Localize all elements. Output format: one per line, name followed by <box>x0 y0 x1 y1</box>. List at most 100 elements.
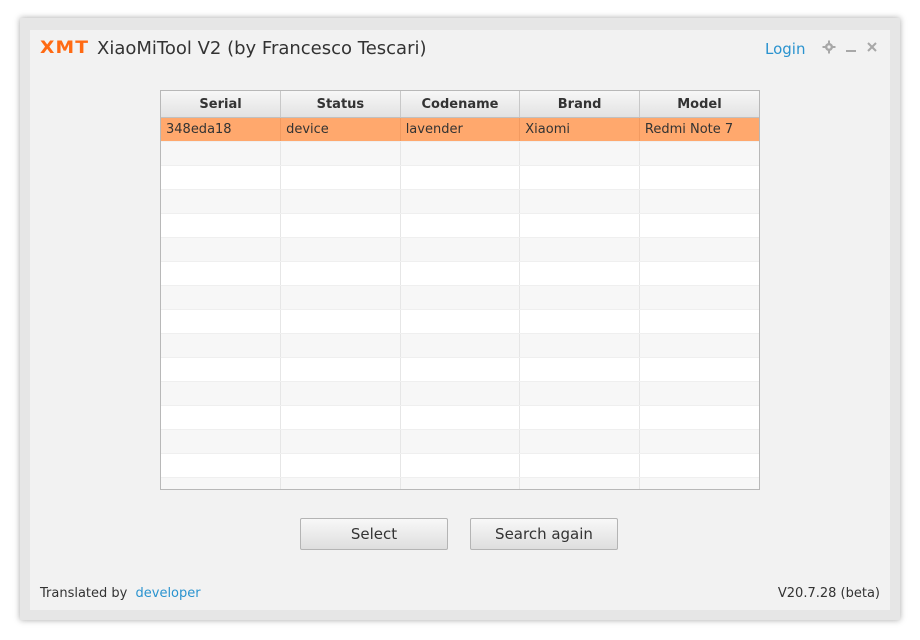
empty-cell <box>400 165 521 190</box>
empty-cell <box>280 477 401 489</box>
empty-cell <box>519 453 640 478</box>
empty-cell <box>280 429 401 454</box>
empty-cell <box>639 285 759 310</box>
empty-cell <box>161 429 282 454</box>
xmt-logo: XMT <box>40 38 90 58</box>
empty-cell <box>639 165 759 190</box>
empty-cell <box>161 477 282 489</box>
column-header-status[interactable]: Status <box>280 91 401 118</box>
empty-table-row <box>161 333 759 358</box>
empty-cell <box>280 237 401 262</box>
empty-cell <box>280 261 401 286</box>
empty-cell <box>400 189 521 214</box>
empty-cell <box>280 309 401 334</box>
empty-cell <box>639 453 759 478</box>
empty-cell <box>161 285 282 310</box>
empty-cell <box>400 285 521 310</box>
empty-cell <box>400 429 521 454</box>
translated-by-label: Translated by <box>40 586 128 601</box>
empty-table-row <box>161 381 759 406</box>
gear-icon[interactable] <box>822 40 836 58</box>
empty-table-row <box>161 357 759 382</box>
empty-cell <box>519 285 640 310</box>
empty-table-row <box>161 141 759 166</box>
empty-table-row <box>161 285 759 310</box>
translation-credit: Translated by developer <box>40 586 201 601</box>
empty-table-row <box>161 477 759 489</box>
empty-cell <box>519 261 640 286</box>
cell-model: Redmi Note 7 <box>639 117 759 142</box>
empty-table-row <box>161 213 759 238</box>
empty-cell <box>161 189 282 214</box>
minimize-icon[interactable] <box>845 38 857 58</box>
empty-cell <box>161 357 282 382</box>
empty-table-row <box>161 453 759 478</box>
close-icon[interactable] <box>866 40 878 58</box>
empty-cell <box>400 381 521 406</box>
empty-table-row <box>161 189 759 214</box>
column-header-serial[interactable]: Serial <box>161 91 282 118</box>
empty-cell <box>639 189 759 214</box>
empty-cell <box>161 261 282 286</box>
title-bar[interactable]: XMT XiaoMiTool V2 (by Francesco Tescari)… <box>30 30 890 70</box>
empty-cell <box>280 453 401 478</box>
empty-cell <box>280 405 401 430</box>
column-header-model[interactable]: Model <box>639 91 759 118</box>
empty-cell <box>519 165 640 190</box>
empty-cell <box>280 285 401 310</box>
empty-cell <box>280 141 401 166</box>
empty-cell <box>400 453 521 478</box>
empty-cell <box>280 213 401 238</box>
empty-cell <box>400 405 521 430</box>
empty-cell <box>400 477 521 489</box>
login-link[interactable]: Login <box>765 40 805 58</box>
empty-cell <box>161 165 282 190</box>
empty-cell <box>519 357 640 382</box>
empty-cell <box>161 237 282 262</box>
empty-table-row <box>161 429 759 454</box>
empty-cell <box>639 261 759 286</box>
empty-cell <box>639 381 759 406</box>
translator-link[interactable]: developer <box>136 586 201 601</box>
empty-cell <box>400 309 521 334</box>
empty-cell <box>639 309 759 334</box>
column-header-brand[interactable]: Brand <box>519 91 640 118</box>
empty-cell <box>519 141 640 166</box>
table-row[interactable]: 348eda18 device lavender Xiaomi Redmi No… <box>161 117 759 142</box>
empty-table-row <box>161 165 759 190</box>
empty-cell <box>639 213 759 238</box>
empty-cell <box>161 309 282 334</box>
app-window: XMT XiaoMiTool V2 (by Francesco Tescari)… <box>20 18 900 620</box>
empty-cell <box>639 405 759 430</box>
cell-status: device <box>280 117 401 142</box>
search-again-button[interactable]: Search again <box>470 518 618 550</box>
empty-cell <box>519 381 640 406</box>
cell-codename: lavender <box>400 117 521 142</box>
empty-cell <box>161 381 282 406</box>
empty-cell <box>280 357 401 382</box>
empty-cell <box>280 165 401 190</box>
empty-cell <box>639 477 759 489</box>
app-title: XiaoMiTool V2 (by Francesco Tescari) <box>97 38 427 59</box>
empty-table-row <box>161 237 759 262</box>
empty-cell <box>400 261 521 286</box>
column-header-codename[interactable]: Codename <box>400 91 521 118</box>
empty-cell <box>280 189 401 214</box>
empty-cell <box>519 477 640 489</box>
version-label: V20.7.28 (beta) <box>777 586 880 601</box>
empty-cell <box>639 333 759 358</box>
empty-cell <box>639 429 759 454</box>
empty-table-row <box>161 261 759 286</box>
empty-cell <box>400 333 521 358</box>
empty-table-row <box>161 309 759 334</box>
empty-cell <box>519 405 640 430</box>
empty-cell <box>161 141 282 166</box>
empty-cell <box>400 237 521 262</box>
empty-cell <box>639 141 759 166</box>
empty-cell <box>519 237 640 262</box>
empty-cell <box>519 309 640 334</box>
empty-cell <box>400 357 521 382</box>
cell-brand: Xiaomi <box>519 117 640 142</box>
select-button[interactable]: Select <box>300 518 448 550</box>
device-table-container[interactable]: Serial Status Codename Brand Model 348ed… <box>160 90 760 490</box>
